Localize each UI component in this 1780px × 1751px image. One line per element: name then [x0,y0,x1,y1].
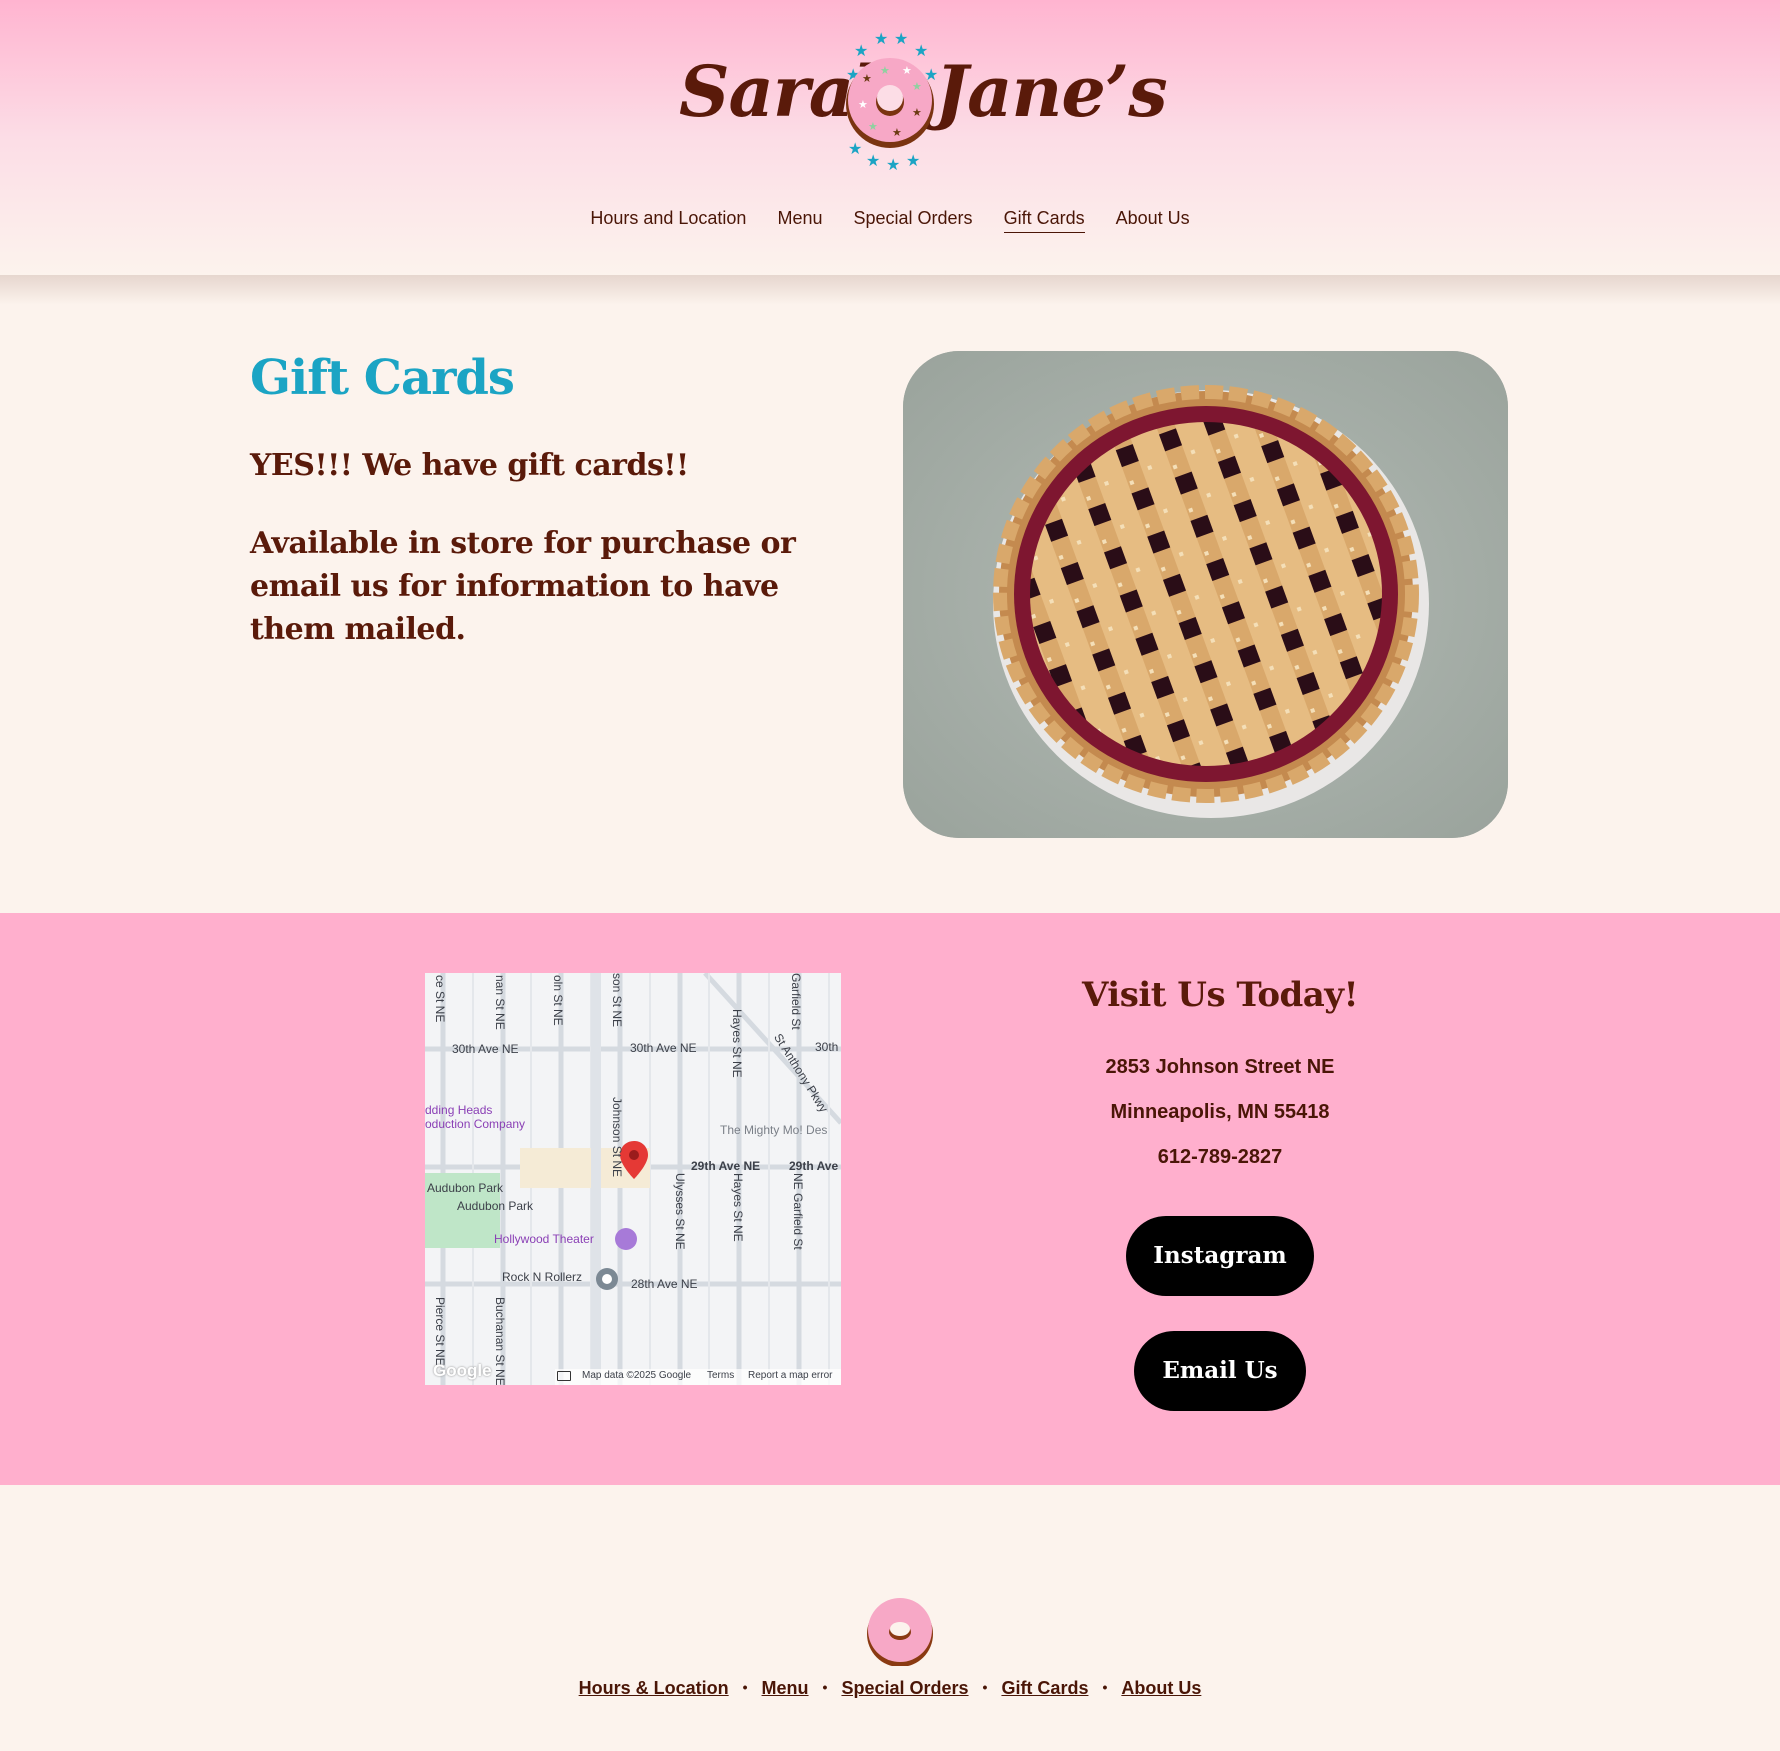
svg-text:★: ★ [886,155,900,170]
email-us-button[interactable]: Email Us [1134,1331,1306,1411]
logo-text-right: Jane’s [935,50,1168,133]
nav-hours-location[interactable]: Hours and Location [590,208,746,232]
svg-text:★: ★ [848,139,862,158]
map-label: Hayes St NE [731,1173,745,1242]
footer-separator: • [822,1679,828,1695]
nav-gift-cards[interactable]: Gift Cards [1003,208,1085,233]
visit-section [0,913,1780,1485]
svg-text:★: ★ [880,64,890,77]
map-label: The Mighty Mo! Des [720,1123,828,1137]
map-label: NE Garfield St [791,1173,805,1250]
svg-text:★: ★ [894,30,908,48]
footer-separator: • [742,1679,748,1695]
map-label: Rock N Rollerz [502,1270,583,1284]
pie-photo [903,351,1508,838]
map-report-link[interactable]: Report a map error [748,1370,832,1381]
page-title: Gift Cards [250,350,515,406]
map-terms-link[interactable]: Terms [707,1370,734,1381]
map-label: ce St NE [433,975,447,1023]
svg-text:★: ★ [914,41,928,60]
donut-icon [867,1598,933,1666]
google-map[interactable]: ce St NE nan St NE oln St NE son St NE H… [425,973,841,1385]
svg-text:★: ★ [866,151,880,170]
map-label: Pierce St NE [433,1297,447,1366]
svg-text:★: ★ [874,30,888,48]
map-label: Garfield St [789,973,803,1030]
footer-link-special-orders[interactable]: Special Orders [841,1678,968,1698]
map-label: Johnson St NE [610,1097,624,1178]
footer-link-gift-cards[interactable]: Gift Cards [1001,1678,1088,1698]
instagram-button[interactable]: Instagram [1126,1216,1314,1296]
footer-separator: • [982,1679,988,1695]
svg-text:★: ★ [854,41,868,60]
map-label: 30th Ave NE [630,1041,697,1055]
address-line-2: Minneapolis, MN 55418 [1110,1101,1330,1123]
map-label: son St NE [610,973,624,1028]
map-label: 30th [815,1040,839,1054]
site-logo[interactable]: Sarah Jane’s ★ ★ ★ ★ ★ ★ ★ ★ ★ ★ ★ ★ ★ ★ ★ ★ ★ ★ [660,30,1168,180]
visit-title: Visit Us Today! [1082,975,1359,1015]
map-label: 29th Ave [789,1159,839,1173]
map-label: oln St NE [551,975,565,1026]
map-label: 30th Ave NE [452,1042,519,1056]
google-logo: Google [433,1361,492,1380]
footer-link-hours-location[interactable]: Hours & Location [579,1678,729,1698]
main-nav: Hours and Location Menu Special Orders G… [0,208,1780,233]
map-label: Audubon Park [457,1199,534,1213]
nav-menu[interactable]: Menu [777,208,822,232]
svg-text:★: ★ [902,64,912,77]
footer-link-about-us[interactable]: About Us [1121,1678,1201,1698]
footer-separator: • [1102,1679,1108,1695]
map-pin-icon[interactable] [620,1141,648,1179]
map-label: Ulysses St NE [673,1173,687,1250]
svg-text:★: ★ [868,120,878,133]
gift-card-description: Available in store for purchase or email… [250,526,796,647]
nav-special-orders[interactable]: Special Orders [854,208,973,232]
map-label: oduction Company [425,1117,526,1131]
map-label: Buchanan St NE [493,1297,507,1385]
map-label: 29th Ave NE [691,1159,761,1173]
header-shadow [0,275,1780,305]
svg-text:★: ★ [858,98,868,111]
svg-text:★: ★ [912,80,922,93]
map-label: 28th Ave NE [631,1277,698,1291]
footer-link-menu[interactable]: Menu [762,1678,809,1698]
svg-text:★: ★ [862,72,872,85]
gift-card-headline: YES!!! We have gift cards!! [250,448,689,483]
footer-nav: Hours & Location • Menu • Special Orders • Gif… [0,1678,1780,1699]
map-label: Hayes St NE [730,1009,744,1078]
svg-text:★: ★ [906,151,920,170]
map-label: Audubon Park [427,1181,504,1195]
phone-number[interactable]: 612-789-2827 [1000,1146,1440,1169]
donut-icon: ★★ ★★ ★ ★ ★★ ★ ★ ★★ ★★ ★★ ★ ★ [846,30,938,170]
map-label: Hollywood Theater [494,1232,594,1246]
map-label: dding Heads [425,1103,493,1117]
nav-about-us[interactable]: About Us [1116,208,1190,232]
svg-text:★: ★ [912,106,922,119]
svg-text:★: ★ [892,126,902,139]
map-attribution: Map data ©2025 Google [582,1370,692,1381]
map-label: nan St NE [493,975,507,1030]
address-line-1: 2853 Johnson Street NE [1105,1056,1335,1078]
keyboard-icon[interactable] [557,1371,571,1381]
